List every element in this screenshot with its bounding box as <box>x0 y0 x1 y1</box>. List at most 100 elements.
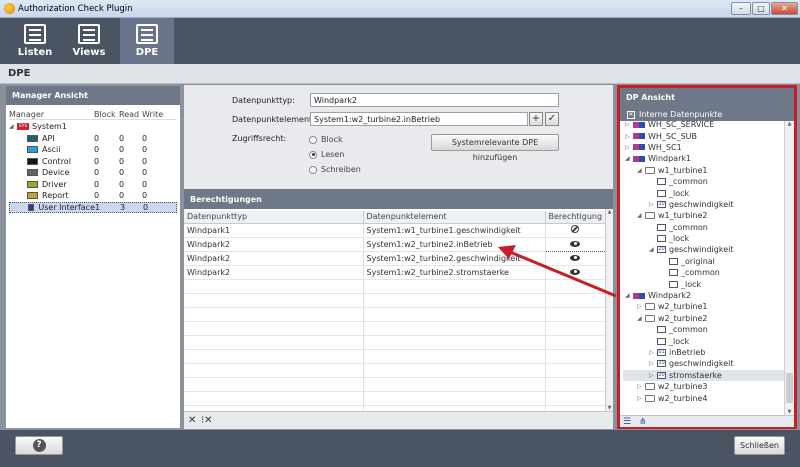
confirm-button[interactable]: ✓ <box>545 112 559 126</box>
dp-tree-item[interactable]: ▷ 20 stromstaerke <box>623 369 786 381</box>
dp-tree-item[interactable]: _lock <box>623 278 786 289</box>
dp-tree-item[interactable]: ◢ w2_turbine2 <box>623 313 786 324</box>
expand-arrow-icon[interactable]: ◢ <box>649 246 657 253</box>
checkbox-checked-icon[interactable]: ✕ <box>627 110 635 119</box>
dp-tree-label: w1_turbine1 <box>658 165 708 175</box>
dp-tree-item[interactable]: ◢ w1_turbine2 <box>623 210 786 221</box>
minimize-button[interactable]: – <box>731 2 751 15</box>
dp-tree-item[interactable]: _lock <box>623 187 786 198</box>
expand-arrow-icon[interactable]: ▷ <box>649 349 657 356</box>
dp-tree-item[interactable]: _original <box>623 256 786 267</box>
manager-row[interactable]: Control 0 0 0 <box>9 156 177 168</box>
internal-datapoints-toggle[interactable]: ✕ Interne Datenpunkte <box>620 108 794 121</box>
expand-arrow-icon[interactable]: ◢ <box>637 315 645 322</box>
manager-color-icon <box>27 192 38 200</box>
add-button[interactable]: + <box>529 112 543 126</box>
radio-lesen[interactable]: Lesen <box>309 150 344 159</box>
expand-arrow-icon[interactable]: ▷ <box>637 303 645 310</box>
permission-row[interactable] <box>184 391 606 406</box>
col-berechtigung[interactable]: Berechtigung <box>545 211 606 224</box>
col-datenpunktelement[interactable]: Datenpunktelement <box>363 211 546 224</box>
scroll-up-icon[interactable]: ▲ <box>606 209 613 215</box>
add-system-dpe-button[interactable]: Systemrelevante DPE hinzufügen <box>431 134 559 162</box>
main-toolbar: Listen Views DPE <box>0 18 800 64</box>
manager-row[interactable]: Device 0 0 0 <box>9 167 177 179</box>
permission-row[interactable] <box>184 363 606 378</box>
dp-tree-item[interactable]: ▷ WH_SC_SUB <box>623 130 786 141</box>
dp-tree-item[interactable]: _common <box>623 222 786 233</box>
list-view-icon[interactable]: ☰ <box>623 417 631 427</box>
dp-tree-label: w1_turbine2 <box>658 211 708 221</box>
scroll-up-icon[interactable]: ▲ <box>785 121 794 127</box>
element-input[interactable]: System1:w2_turbine2.inBetrieb <box>310 112 528 126</box>
permission-row[interactable] <box>184 321 606 336</box>
col-block[interactable]: Block <box>94 110 119 119</box>
toolbar-views[interactable]: Views <box>64 18 114 64</box>
col-manager[interactable]: Manager <box>9 110 94 119</box>
dp-tree-item[interactable]: _common <box>623 176 786 187</box>
dp-tree-item[interactable]: ▷ WH_SC1 <box>623 142 786 153</box>
type-input[interactable]: Windpark2 <box>310 93 559 107</box>
dp-tree-item[interactable]: ▷ w2_turbine1 <box>623 301 786 312</box>
delete-icon[interactable]: ✕ <box>188 415 196 426</box>
dp-tree-item[interactable]: _common <box>623 267 786 278</box>
col-write[interactable]: Write <box>142 110 167 119</box>
permission-row[interactable] <box>184 349 606 364</box>
expand-arrow-icon[interactable]: ▷ <box>649 372 657 379</box>
expand-arrow-icon[interactable]: ▷ <box>625 121 633 128</box>
dp-tree-item[interactable]: ▷ w2_turbine3 <box>623 381 786 392</box>
expand-arrow-icon[interactable]: ▷ <box>649 201 657 208</box>
dp-tree-item[interactable]: ▷ WH_SC_SERVICE <box>623 121 786 130</box>
scroll-thumb[interactable] <box>786 373 793 403</box>
manager-row[interactable]: API 0 0 0 <box>9 133 177 145</box>
manager-row[interactable]: Driver 0 0 0 <box>9 179 177 191</box>
dp-tree-item[interactable]: ◢ Windpark1 <box>623 153 786 164</box>
expand-arrow-icon[interactable]: ◢ <box>625 155 633 162</box>
manager-row[interactable]: Report 0 0 0 <box>9 190 177 202</box>
toolbar-dpe[interactable]: DPE <box>120 18 174 64</box>
expand-arrow-icon[interactable]: ◢ <box>9 123 17 130</box>
expand-arrow-icon[interactable]: ▷ <box>637 383 645 390</box>
col-datenpunkttyp[interactable]: Datenpunkttyp <box>184 211 364 224</box>
manager-row[interactable]: User Interface 1 3 0 <box>9 201 177 213</box>
close-window-button[interactable]: ✕ <box>771 2 798 15</box>
element-icon <box>657 189 666 197</box>
expand-arrow-icon[interactable]: ◢ <box>625 292 633 299</box>
tree-root-system1[interactable]: ◢ SYS System1 <box>9 121 177 133</box>
expand-arrow-icon[interactable]: ▷ <box>637 395 645 402</box>
expand-arrow-icon[interactable]: ◢ <box>637 212 645 219</box>
toolbar-listen[interactable]: Listen <box>10 18 60 64</box>
cell-type: Windpark2 <box>184 251 364 266</box>
dp-tree-item[interactable]: ▷ 01 inBetrieb <box>623 347 786 358</box>
manager-row[interactable]: Ascii 0 0 0 <box>9 144 177 156</box>
expand-arrow-icon[interactable]: ▷ <box>649 360 657 367</box>
dp-tree-item[interactable]: ▷ 20 geschwindigkeit <box>623 358 786 369</box>
dp-tree-item[interactable]: _lock <box>623 335 786 346</box>
dp-tree-item[interactable]: _common <box>623 324 786 335</box>
expand-arrow-icon[interactable]: ▷ <box>625 133 633 140</box>
close-button[interactable]: Schließen <box>734 436 785 455</box>
permission-row[interactable] <box>184 377 606 392</box>
tree-view-icon[interactable]: ⋔ <box>639 417 647 427</box>
dp-tree-item[interactable]: _lock <box>623 233 786 244</box>
scroll-down-icon[interactable]: ▼ <box>785 409 794 415</box>
folder-icon <box>645 166 655 174</box>
folder-icon <box>645 394 655 402</box>
dp-tree-item[interactable]: ◢ 20 geschwindigkeit <box>623 244 786 255</box>
permission-row[interactable] <box>184 307 606 322</box>
radio-schreiben[interactable]: Schreiben <box>309 165 361 174</box>
dp-tree-item[interactable]: ◢ w1_turbine1 <box>623 165 786 176</box>
maximize-button[interactable]: □ <box>752 2 770 15</box>
dp-tree-scrollbar[interactable]: ▲ ▼ <box>784 121 794 415</box>
expand-arrow-icon[interactable]: ◢ <box>637 167 645 174</box>
dp-tree-item[interactable]: ▷ 20 geschwindigkeit <box>623 199 786 210</box>
permission-row[interactable] <box>184 335 606 350</box>
expand-arrow-icon[interactable]: ▷ <box>625 144 633 151</box>
radio-block[interactable]: Block <box>309 135 343 144</box>
dp-tree-item[interactable]: ◢ Windpark2 <box>623 290 786 301</box>
help-button[interactable]: ? <box>15 436 63 455</box>
col-read[interactable]: Read <box>119 110 142 119</box>
delete-all-icon[interactable]: ⁝✕ <box>201 415 213 426</box>
cell-type: Windpark1 <box>184 223 364 238</box>
dp-tree-item[interactable]: ▷ w2_turbine4 <box>623 392 786 403</box>
